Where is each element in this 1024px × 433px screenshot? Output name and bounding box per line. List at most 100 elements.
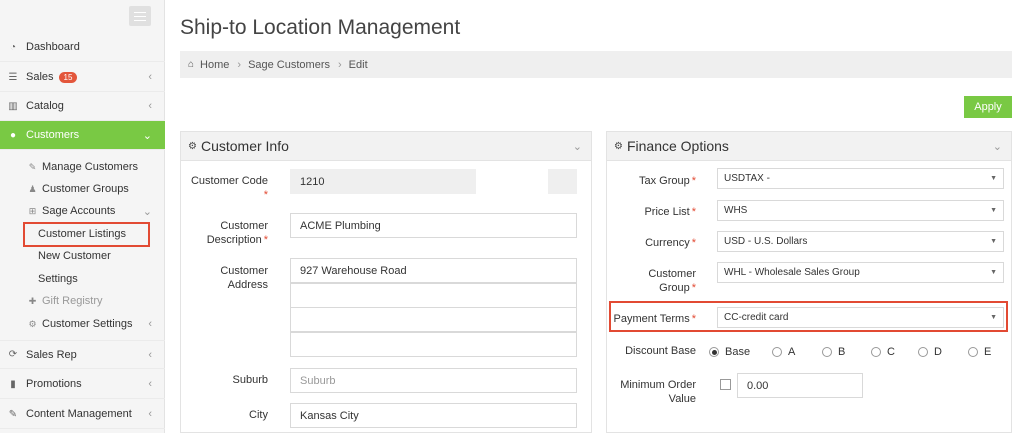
sidebar-item-dashboard[interactable]: ◔ Dashboard [0,33,165,62]
select-value: WHL - Wholesale Sales Group [724,267,860,278]
apply-button[interactable]: Apply [964,96,1012,118]
sidebar-sub-new-customer[interactable]: New Customer [0,245,165,267]
customer-description-label: Customer Description * [180,219,268,247]
chevron-left-icon: ‹ [148,348,152,361]
chevron-down-icon[interactable]: ⌄ [993,140,1002,153]
sidebar-sub-label: Customer Groups [42,183,129,195]
customer-code-field: 1210 [290,169,476,194]
chevron-down-icon[interactable]: ⌄ [573,140,582,153]
radio-label: E [984,346,992,358]
sidebar-sub-label: Manage Customers [42,161,138,173]
label-text: Price List [644,206,690,218]
sidebar-item-sales[interactable]: ☰ Sales 15 ‹ [0,63,165,92]
breadcrumb-edit: Edit [348,58,368,71]
panel-title: Customer Info [200,138,289,154]
sidebar-item-promotions[interactable]: ▮ Promotions ‹ [0,370,165,399]
chevron-left-icon: ‹ [148,378,152,390]
chevron-down-icon: ⌄ [142,205,152,218]
radio-label: D [934,346,942,358]
customer-group-select[interactable]: WHL - Wholesale Sales Group ▼ [717,262,1004,283]
customer-code-lookup-button[interactable] [548,169,577,194]
required-marker: * [691,313,696,325]
label-text: Customer [220,220,268,232]
address-line-2-field[interactable] [290,283,577,308]
radio-label: B [838,346,846,358]
label-text: Address [227,279,268,291]
discount-radio-b[interactable]: B [822,346,845,358]
sidebar-item-customers[interactable]: ● Customers ⌄ [0,121,165,150]
sidebar-sub-customer-groups[interactable]: ♟ Customer Groups [0,178,165,200]
customer-info-header[interactable]: ⚙ Customer Info ⌄ [181,132,591,161]
radio-label: Base [725,346,751,358]
sidebar: ◔ Dashboard ☰ Sales 15 ‹ ▥ Catalog ‹ ● C… [0,0,165,433]
city-label: City [249,409,268,421]
sidebar-sub-gift-registry[interactable]: ✚ Gift Registry [0,290,165,312]
required-marker: * [691,206,696,218]
customer-description-field[interactable]: ACME Plumbing [290,213,577,238]
radio-icon [968,347,978,357]
dashboard-icon: ◔ [9,41,17,53]
select-value: USDTAX - [724,173,770,184]
sidebar-sub-label: Sage Accounts [42,205,116,217]
radio-selected-icon [709,347,719,357]
chevron-down-icon: ⌄ [142,129,152,142]
required-marker: * [691,175,696,187]
sidebar-item-sales-rep[interactable]: ⟳ Sales Rep ‹ [0,340,165,369]
breadcrumb: ⌂ Home › Sage Customers › Edit [180,51,1012,78]
chevron-left-icon: ‹ [148,100,152,112]
sidebar-sub-manage-customers[interactable]: ✎ Manage Customers [0,156,165,178]
gear-icon: ⚙ [28,318,37,329]
breadcrumb-home[interactable]: Home [200,59,229,71]
sidebar-item-catalog[interactable]: ▥ Catalog ‹ [0,92,165,121]
address-line-1-field[interactable]: 927 Warehouse Road [290,258,577,283]
sidebar-item-label: Catalog [26,100,64,112]
user-icon: ● [9,129,17,141]
discount-radio-e[interactable]: E [968,346,991,358]
radio-icon [822,347,832,357]
suburb-field[interactable]: Suburb [290,368,577,393]
select-value: WHS [724,205,748,216]
required-marker: * [691,237,696,249]
suburb-label: Suburb [232,374,268,386]
sidebar-sub-label: Customer Settings [42,318,133,330]
discount-radio-a[interactable]: A [772,346,795,358]
discount-radio-c[interactable]: C [871,346,895,358]
sitemap-icon: ⊞ [28,205,37,216]
city-field[interactable]: Kansas City [290,403,577,428]
payment-terms-label: Payment Terms * [606,312,697,326]
bar-chart-icon: ▮ [10,378,16,390]
sidebar-item-content-management[interactable]: ✎ Content Management ‹ [0,400,165,429]
chevron-left-icon: ‹ [148,408,152,420]
label-text: Value [668,393,696,405]
chevron-right-icon: › [237,58,242,71]
discount-radio-base[interactable]: Base [709,346,750,358]
select-value: USD - U.S. Dollars [724,236,808,247]
price-list-select[interactable]: WHS ▼ [717,200,1004,221]
tax-group-select[interactable]: USDTAX - ▼ [717,168,1004,189]
label-text: Description [206,234,262,246]
radio-label: A [788,346,796,358]
radio-icon [918,347,928,357]
select-value: CC-credit card [724,312,789,323]
sidebar-sub-customer-settings[interactable]: ⚙ Customer Settings ‹ [0,313,165,335]
sidebar-sub-settings[interactable]: Settings [0,268,165,290]
minimum-order-checkbox[interactable] [720,379,731,390]
sales-icon: ☰ [8,71,18,83]
address-line-4-field[interactable] [290,332,577,357]
sidebar-sub-sage-accounts[interactable]: ⊞ Sage Accounts ⌄ [0,200,165,222]
label-text: Customer [648,268,696,280]
discount-radio-d[interactable]: D [918,346,942,358]
sidebar-item-label: Sales [26,71,54,83]
currency-label: Currency * [606,236,696,250]
minimum-order-field[interactable]: 0.00 [737,373,863,398]
customer-address-label: Customer Address [180,264,268,292]
caret-down-icon: ▼ [990,238,997,245]
breadcrumb-sage-customers[interactable]: Sage Customers [248,59,330,71]
currency-select[interactable]: USD - U.S. Dollars ▼ [717,231,1004,252]
finance-options-header[interactable]: ⚙ Finance Options ⌄ [607,132,1011,161]
menu-toggle-button[interactable] [129,6,151,26]
payment-terms-select[interactable]: CC-credit card ▼ [717,307,1004,328]
address-line-3-field[interactable] [290,307,577,332]
chevron-left-icon: ‹ [148,318,152,330]
edit-icon: ✎ [8,408,18,420]
